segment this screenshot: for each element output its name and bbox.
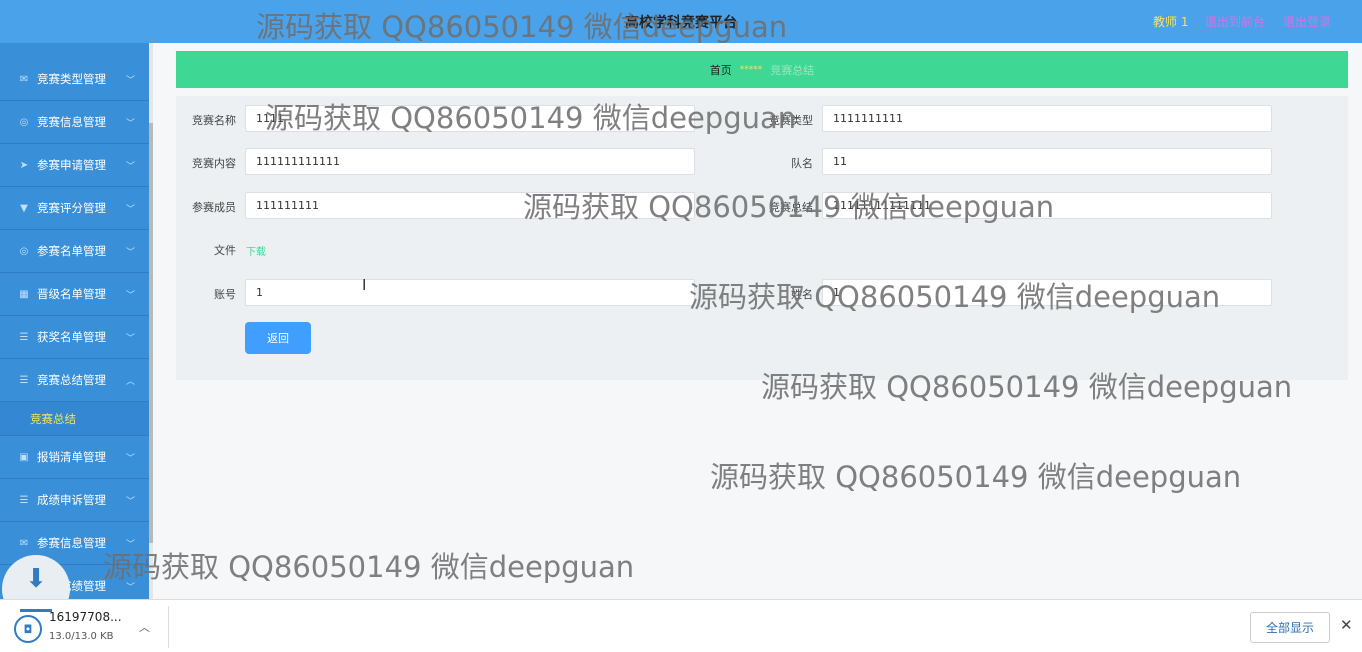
chevron-up-icon[interactable]: ︿ bbox=[139, 619, 150, 635]
download-file-name[interactable]: 16197708... bbox=[49, 610, 122, 624]
list-icon: ☰ bbox=[19, 374, 29, 386]
watermark-text: 源码获取 QQ86050149 微信deepguan bbox=[103, 550, 635, 584]
list-icon: ☰ bbox=[19, 494, 29, 506]
team-name-field[interactable]: 11 bbox=[822, 148, 1272, 175]
sidebar-item-label: 参赛名单管理 bbox=[37, 244, 106, 258]
show-all-button[interactable]: 全部显示 bbox=[1250, 612, 1330, 643]
download-file-size: 13.0/13.0 KB bbox=[49, 631, 114, 642]
list-icon: ☰ bbox=[19, 331, 29, 343]
chevron-down-icon: ﹀ bbox=[125, 291, 135, 301]
chevron-down-icon: ﹀ bbox=[125, 119, 135, 129]
sidebar-item-label: 竞赛评分管理 bbox=[37, 201, 106, 215]
sidebar-item-label: 参赛申请管理 bbox=[37, 158, 106, 172]
file-label: 文件 bbox=[214, 244, 236, 257]
sidebar-item-participant-list[interactable]: ◎ 参赛名单管理 ﹀ bbox=[0, 230, 149, 273]
chevron-up-icon: ︿ bbox=[125, 377, 135, 387]
competition-name-label: 竞赛名称 bbox=[192, 114, 236, 127]
breadcrumb: 首页 ***** 竞赛总结 bbox=[176, 51, 1348, 88]
divider bbox=[168, 606, 169, 648]
chevron-down-icon: ﹀ bbox=[125, 454, 135, 464]
watermark-text: 源码获取 QQ86050149 微信deepguan bbox=[265, 101, 797, 135]
chevron-down-icon: ﹀ bbox=[125, 248, 135, 258]
back-button[interactable]: 返回 bbox=[245, 322, 311, 354]
sidebar-item-application[interactable]: ➤ 参赛申请管理 ﹀ bbox=[0, 144, 149, 187]
chevron-down-icon: ﹀ bbox=[125, 162, 135, 172]
competition-type-field[interactable]: 1111111111 bbox=[822, 105, 1272, 132]
breadcrumb-current: 竞赛总结 bbox=[770, 63, 815, 77]
download-progress-bar bbox=[20, 609, 52, 612]
user-role-label: 教师 1 bbox=[1153, 15, 1189, 29]
team-name-label: 队名 bbox=[791, 157, 813, 170]
breadcrumb-separator: ***** bbox=[739, 64, 763, 75]
sidebar-subitem-summary[interactable]: 竞赛总结 bbox=[0, 402, 149, 436]
sidebar-item-label: 成绩申诉管理 bbox=[37, 493, 106, 507]
sidebar-item-label: 竞赛信息管理 bbox=[37, 115, 106, 129]
chevron-down-icon: ﹀ bbox=[125, 205, 135, 215]
file-download-link[interactable]: 下载 bbox=[246, 243, 266, 258]
clipboard-icon: ▣ bbox=[19, 451, 29, 463]
send-icon: ➤ bbox=[19, 159, 29, 171]
members-label: 参赛成员 bbox=[192, 201, 236, 214]
sidebar-item-label: 报销清单管理 bbox=[37, 450, 106, 464]
file-icon[interactable]: ◘ bbox=[14, 615, 42, 643]
sidebar-menu: ✉ 竞赛类型管理 ﹀ ◎ 竞赛信息管理 ﹀ ➤ 参赛申请管理 ﹀ ▼ 竞赛评分管… bbox=[0, 58, 149, 599]
sidebar-item-appeal[interactable]: ☰ 成绩申诉管理 ﹀ bbox=[0, 479, 149, 522]
exit-to-front-link[interactable]: 退出到前台 bbox=[1205, 13, 1265, 30]
sidebar-item-label: 参赛信息管理 bbox=[37, 536, 106, 550]
account-field[interactable]: 1 bbox=[245, 279, 695, 306]
text-cursor-icon: I bbox=[362, 276, 367, 294]
watermark-text: 源码获取 QQ86050149 微信deepguan bbox=[689, 280, 1221, 314]
mail-icon: ✉ bbox=[19, 73, 29, 85]
grid-icon: ▦ bbox=[19, 288, 29, 300]
sidebar-item-summary-management[interactable]: ☰ 竞赛总结管理 ︿ bbox=[0, 359, 149, 402]
chevron-down-icon: ﹀ bbox=[125, 76, 135, 86]
trophy-icon: ▼ bbox=[20, 202, 28, 214]
sidebar-item-label: 获奖名单管理 bbox=[37, 330, 106, 344]
account-label: 账号 bbox=[214, 288, 236, 301]
sidebar-item-label: 竞赛总结管理 bbox=[37, 373, 106, 387]
watermark-text: 源码获取 QQ86050149 微信deepguan bbox=[761, 370, 1293, 404]
sidebar-item-award-list[interactable]: ☰ 获奖名单管理 ﹀ bbox=[0, 316, 149, 359]
breadcrumb-home[interactable]: 首页 bbox=[710, 62, 732, 78]
sidebar-item-scoring[interactable]: ▼ 竞赛评分管理 ﹀ bbox=[0, 187, 149, 230]
chevron-down-icon: ﹀ bbox=[125, 334, 135, 344]
sidebar-item-reimbursement[interactable]: ▣ 报销清单管理 ﹀ bbox=[0, 436, 149, 479]
mail-icon: ✉ bbox=[19, 537, 29, 549]
close-icon[interactable]: ✕ bbox=[1340, 616, 1353, 634]
sidebar-item-competition-type[interactable]: ✉ 竞赛类型管理 ﹀ bbox=[0, 58, 149, 101]
content-field[interactable]: 111111111111 bbox=[245, 148, 695, 175]
sidebar-item-competition-info[interactable]: ◎ 竞赛信息管理 ﹀ bbox=[0, 101, 149, 144]
download-bar: ◘ 16197708... 13.0/13.0 KB ︿ 全部显示 ✕ bbox=[0, 599, 1362, 652]
sidebar-item-label: 竞赛类型管理 bbox=[37, 72, 106, 86]
watermark-text: 源码获取 QQ86050149 微信deepguan bbox=[710, 460, 1242, 494]
download-arrow-icon: ⬇ bbox=[25, 564, 47, 594]
logout-link[interactable]: 退出登录 bbox=[1283, 13, 1331, 30]
watermark-text: 源码获取 QQ86050149 微信deepguan bbox=[256, 10, 788, 44]
sidebar-item-label: 晋级名单管理 bbox=[37, 287, 106, 301]
content-label: 竞赛内容 bbox=[192, 157, 236, 170]
sidebar-scroll-thumb[interactable] bbox=[149, 123, 153, 543]
sidebar: ✉ 竞赛类型管理 ﹀ ◎ 竞赛信息管理 ﹀ ➤ 参赛申请管理 ﹀ ▼ 竞赛评分管… bbox=[0, 43, 153, 599]
sidebar-subitem-label: 竞赛总结 bbox=[30, 411, 76, 426]
target-icon: ◎ bbox=[19, 245, 29, 257]
chevron-down-icon: ﹀ bbox=[125, 497, 135, 507]
sidebar-item-promotion-list[interactable]: ▦ 晋级名单管理 ﹀ bbox=[0, 273, 149, 316]
target-icon: ◎ bbox=[19, 116, 29, 128]
watermark-text: 源码获取 QQ86050149 微信deepguan bbox=[523, 190, 1055, 224]
detail-form-panel bbox=[176, 96, 1348, 380]
